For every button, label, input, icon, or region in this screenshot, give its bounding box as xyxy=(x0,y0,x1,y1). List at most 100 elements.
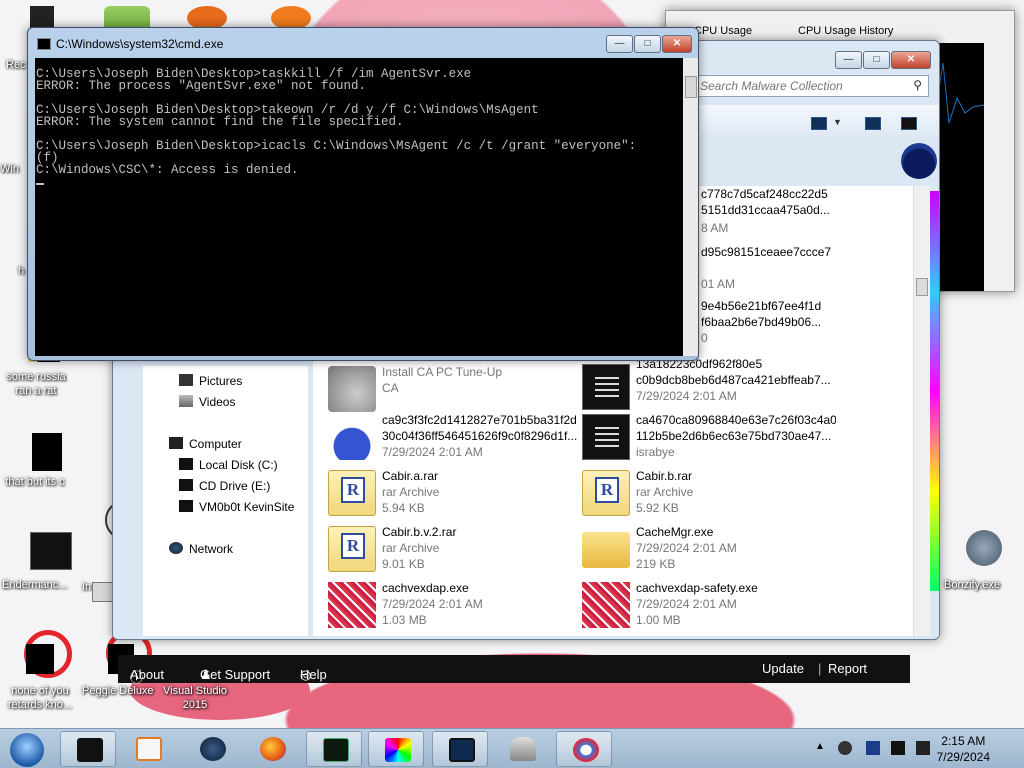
file-name: c778c7d5caf248cc22d5 5151dd31ccaa475a0d.… xyxy=(701,187,830,217)
taskbar-item-firefox[interactable] xyxy=(244,731,300,767)
tray-expand-icon[interactable]: ▲ xyxy=(815,741,829,755)
globe-icon xyxy=(200,737,226,761)
file-item-cabir-bv2[interactable]: R Cabir.b.v.2.rar rar Archive 9.01 KB xyxy=(328,524,580,576)
file-detail: rar Archive xyxy=(636,485,694,499)
file-name: cachvexdap.exe xyxy=(382,581,469,595)
file-item-cabir-b[interactable]: R Cabir.b.rar rar Archive 5.92 KB xyxy=(582,468,834,520)
update-link[interactable]: Update xyxy=(762,661,804,676)
blue-face-icon xyxy=(901,143,937,179)
videos-icon xyxy=(179,395,193,407)
network-tray-icon[interactable] xyxy=(891,741,905,755)
file-item-cabir-a[interactable]: R Cabir.a.rar rar Archive 5.94 KB xyxy=(328,468,580,520)
nav-local-disk[interactable]: Local Disk (C:) xyxy=(179,458,278,472)
search-icon[interactable]: ⚲ xyxy=(913,78,922,92)
taskbar-item-plus[interactable] xyxy=(556,731,612,767)
file-name: 9e4b56e21bf67ee4f1d f6baa2b6e7bd49b06... xyxy=(701,299,822,329)
console-cursor-line xyxy=(36,176,683,188)
desktop-icon-bonzify[interactable]: Bonzify.exe xyxy=(936,530,1014,591)
taskbar: ▲ 2:15 AM 7/29/2024 xyxy=(0,728,1024,768)
help-icon[interactable] xyxy=(901,117,917,130)
taskbar-item-cmd[interactable] xyxy=(60,731,116,767)
minimize-button[interactable]: — xyxy=(606,35,633,53)
clock[interactable]: 2:15 AM 7/29/2024 xyxy=(937,733,990,765)
close-button[interactable]: ✕ xyxy=(891,51,931,69)
desktop-icon-label: h xyxy=(18,265,25,277)
file-name: ca4670ca80968840e63e7c26f03c4a0 112b5be2… xyxy=(636,413,836,443)
file-item-cachvexdap-safety[interactable]: cachvexdap-safety.exe 7/29/2024 2:01 AM … xyxy=(582,580,834,632)
cmd-title-buttons: — □ ✕ xyxy=(605,35,692,53)
cmd-app-icon xyxy=(37,38,51,50)
file-detail: 7/29/2024 2:01 AM xyxy=(636,541,737,555)
file-detail: CA xyxy=(382,381,399,395)
taskbar-item-globe[interactable] xyxy=(184,731,240,767)
tray-icon[interactable] xyxy=(866,741,880,755)
maximize-button[interactable]: □ xyxy=(863,51,890,69)
rainbow-icon xyxy=(385,738,411,762)
file-item-install-ca[interactable]: Install CA PC Tune-Up CA xyxy=(328,364,580,416)
search-input[interactable]: Search Malware Collection ⚲ xyxy=(693,75,929,97)
nav-label: Videos xyxy=(199,395,236,409)
file-item-ca9c[interactable]: ca9c3f3fc2d1412827e701b5ba31f2d 30c04f36… xyxy=(328,412,580,464)
file-item-cachemgr[interactable]: CacheMgr.exe 7/29/2024 2:01 AM 219 KB xyxy=(582,524,834,576)
scrollbar-thumb[interactable] xyxy=(685,76,697,98)
report-link[interactable]: Report xyxy=(828,661,867,676)
view-icon[interactable] xyxy=(811,117,827,130)
minimize-button[interactable]: — xyxy=(835,51,862,69)
nav-computer[interactable]: Computer xyxy=(169,437,242,451)
file-name: Cabir.b.rar xyxy=(636,469,693,483)
nav-cd-drive[interactable]: CD Drive (E:) xyxy=(179,479,270,493)
taskbar-item-knight[interactable] xyxy=(494,731,550,767)
text-cursor xyxy=(36,183,44,185)
taskbar-item-taskmgr[interactable] xyxy=(306,731,362,767)
cd-drive-icon xyxy=(179,479,193,491)
desktop-icon-label: some russia ran a rat xyxy=(6,371,66,397)
taskbar-item-rainbow[interactable] xyxy=(368,731,424,767)
nav-network[interactable]: Network xyxy=(169,542,233,556)
tray-icon[interactable] xyxy=(838,741,852,755)
maximize-button[interactable]: □ xyxy=(634,35,661,53)
desktop-icon-label: Rec xyxy=(6,59,26,71)
window-icon xyxy=(449,738,475,762)
taskbar-item-media[interactable] xyxy=(120,731,176,767)
taskbar-item-explorer[interactable] xyxy=(432,731,488,767)
computer-icon xyxy=(169,437,183,449)
desktop-icon-that-but[interactable]: that but its c xyxy=(0,425,72,488)
app-footer-bar: ⓘ About ♟ Get Support ◎ Help Update | Re… xyxy=(118,655,910,685)
file-item-cachvexdap[interactable]: cachvexdap.exe 7/29/2024 2:01 AM 1.03 MB xyxy=(328,580,580,632)
volume-tray-icon[interactable] xyxy=(916,741,930,755)
file-list-scrollbar[interactable] xyxy=(913,186,930,636)
link-separator: | xyxy=(818,661,822,676)
scrollbar-thumb[interactable] xyxy=(916,278,928,296)
start-button[interactable] xyxy=(2,731,54,767)
plus-icon xyxy=(573,738,599,762)
chevron-down-icon[interactable]: ▼ xyxy=(833,117,842,130)
about-label: About xyxy=(130,667,164,682)
file-detail: 0 xyxy=(701,331,708,345)
console-icon xyxy=(10,530,72,576)
cmd-icon xyxy=(77,738,103,762)
console-output[interactable]: C:\Users\Joseph Biden\Desktop>taskkill /… xyxy=(35,58,683,356)
file-detail: 7/29/2024 2:01 AM xyxy=(636,597,737,611)
file-item-13a1[interactable]: 13a18223c0df962f80e5 c0b9dcb8beb6d487ca4… xyxy=(582,356,834,410)
file-item-ca46[interactable]: ca4670ca80968840e63e7c26f03c4a0 112b5be2… xyxy=(582,412,836,464)
nav-videos[interactable]: Videos xyxy=(179,395,235,409)
nav-pictures[interactable]: Pictures xyxy=(179,374,242,388)
desktop-icon-label: that but its c xyxy=(5,476,65,488)
console-file-icon xyxy=(582,414,630,460)
file-detail: rar Archive xyxy=(382,541,440,555)
desktop-icon-none-of-you[interactable]: none of you retards kno... xyxy=(0,630,74,711)
file-size: 1.00 MB xyxy=(636,613,681,627)
preview-pane-icon[interactable] xyxy=(865,117,881,130)
console-line: ERROR: The process "AgentSvr.exe" not fo… xyxy=(36,79,367,93)
nav-label: VM0b0t KevinSite xyxy=(199,500,295,514)
close-button[interactable]: ✕ xyxy=(662,35,692,53)
helmet-icon xyxy=(510,737,536,761)
cmd-window[interactable]: C:\Windows\system32\cmd.exe — □ ✕ C:\Use… xyxy=(27,27,699,361)
help-label: Help xyxy=(300,667,327,682)
desktop-icon-label: Endermanc... xyxy=(2,579,68,591)
nav-vm[interactable]: VM0b0t KevinSite xyxy=(179,500,294,514)
console-scrollbar[interactable] xyxy=(683,58,698,356)
file-size: 219 KB xyxy=(636,557,676,571)
file-detail: 7/29/2024 2:01 AM xyxy=(636,389,737,403)
rar-archive-icon: R xyxy=(328,526,376,572)
